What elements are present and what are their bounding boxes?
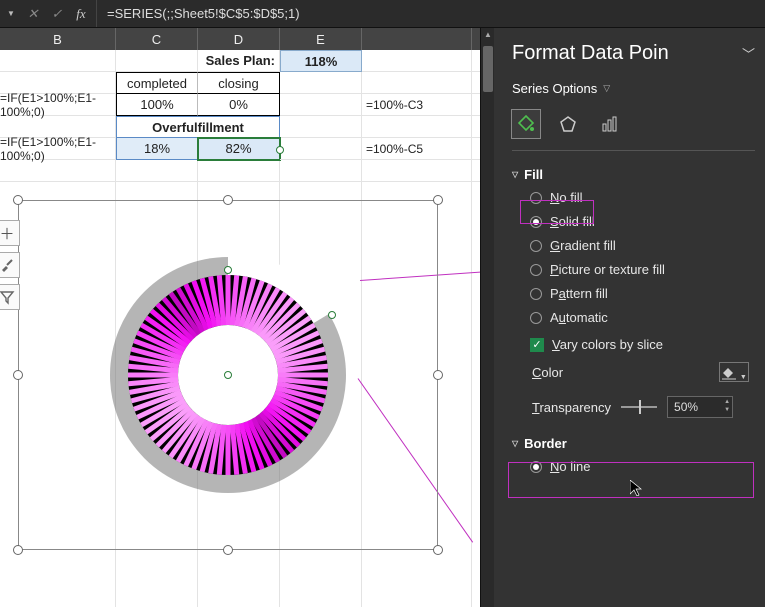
cell-D3[interactable]: closing bbox=[198, 72, 280, 94]
effects-tab-icon[interactable] bbox=[554, 110, 582, 138]
cell-grid[interactable]: Sales Plan: 118% completed closing =IF(E… bbox=[0, 50, 480, 607]
col-header-C[interactable]: C bbox=[116, 28, 198, 50]
cell-D6-selected[interactable]: 82% bbox=[198, 138, 280, 160]
highlight-no-fill bbox=[520, 200, 594, 224]
color-picker-button[interactable]: ▼ bbox=[719, 362, 749, 382]
color-label: Color bbox=[532, 365, 563, 380]
resize-handle[interactable] bbox=[433, 195, 443, 205]
pane-tab-icons bbox=[512, 106, 755, 151]
cell-C6[interactable]: 18% bbox=[116, 138, 198, 160]
worksheet-area: B C D E Sa bbox=[0, 28, 480, 607]
formula-input[interactable]: =SERIES(;;Sheet5!$C$5:$D$5;1) bbox=[97, 6, 765, 21]
pane-dropdown-icon[interactable]: ﹀ bbox=[742, 44, 755, 63]
cell-F6[interactable]: =100%-C5 bbox=[362, 138, 472, 160]
chart-filter-button[interactable] bbox=[0, 284, 20, 310]
cancel-icon[interactable]: ✕ bbox=[24, 6, 42, 22]
scroll-up-icon[interactable]: ▲ bbox=[481, 28, 495, 42]
resize-handle[interactable] bbox=[13, 545, 23, 555]
border-section-header[interactable]: ▽ Border bbox=[512, 436, 755, 451]
series-tab-icon[interactable] bbox=[596, 110, 624, 138]
col-header-F[interactable] bbox=[362, 28, 472, 50]
highlight-transparency bbox=[508, 462, 754, 498]
formula-bar: ▼ ✕ ✓ fx =SERIES(;;Sheet5!$C$5:$D$5;1) bbox=[0, 0, 765, 28]
cell-C3[interactable]: completed bbox=[116, 72, 198, 94]
resize-handle[interactable] bbox=[13, 195, 23, 205]
resize-handle[interactable] bbox=[223, 195, 233, 205]
radio-automatic[interactable]: Automatic bbox=[530, 310, 755, 325]
checkmark-icon: ✓ bbox=[530, 338, 544, 352]
name-box-dropdown-icon[interactable]: ▼ bbox=[4, 7, 18, 21]
row-6: =IF(E1>100%;E1-100%;0) 18% 82% =100%-C5 bbox=[0, 138, 472, 160]
column-headers: B C D E bbox=[0, 28, 480, 50]
format-pane: Format Data Poin ﹀ Series Options ▽ ▽ Fi… bbox=[494, 28, 765, 607]
cell-D4[interactable]: 0% bbox=[198, 94, 280, 116]
vertical-scrollbar[interactable]: ▲ bbox=[480, 28, 494, 607]
row-2: Sales Plan: 118% bbox=[0, 50, 472, 72]
border-section-label: Border bbox=[524, 436, 567, 451]
resize-handle[interactable] bbox=[223, 545, 233, 555]
scroll-thumb[interactable] bbox=[483, 46, 493, 92]
pane-title: Format Data Poin bbox=[512, 42, 669, 65]
col-header-D[interactable]: D bbox=[198, 28, 280, 50]
chart-plus-button[interactable]: ＋ bbox=[0, 220, 20, 246]
transparency-input[interactable]: 50% ▲▼ bbox=[667, 396, 733, 418]
expand-icon: ▽ bbox=[512, 170, 518, 179]
col-header-B[interactable]: B bbox=[0, 28, 116, 50]
transparency-label: Transparency bbox=[532, 400, 611, 415]
chart-brush-button[interactable] bbox=[0, 252, 20, 278]
radio-picture-fill[interactable]: Picture or texture fill bbox=[530, 262, 755, 277]
doughnut-chart[interactable] bbox=[98, 245, 358, 505]
accept-icon[interactable]: ✓ bbox=[48, 6, 66, 22]
expand-icon: ▽ bbox=[512, 439, 518, 448]
fill-section-header[interactable]: ▽ Fill bbox=[512, 167, 755, 182]
cell-B6[interactable]: =IF(E1>100%;E1-100%;0) bbox=[0, 138, 116, 160]
series-options-label[interactable]: Series Options bbox=[512, 81, 597, 96]
row-4: =IF(E1>100%;E1-100%;0) 100% 0% =100%-C3 bbox=[0, 94, 472, 116]
vary-colors-checkbox[interactable]: ✓ Vary colors by slice bbox=[512, 337, 755, 352]
name-box-area: ▼ ✕ ✓ fx bbox=[0, 0, 97, 27]
col-header-E[interactable]: E bbox=[280, 28, 362, 50]
radio-gradient-fill[interactable]: Gradient fill bbox=[530, 238, 755, 253]
resize-handle[interactable] bbox=[13, 370, 23, 380]
transparency-slider[interactable] bbox=[621, 406, 657, 408]
fill-section-label: Fill bbox=[524, 167, 543, 182]
chevron-down-icon[interactable]: ▽ bbox=[603, 83, 610, 94]
cell-E2[interactable]: 118% bbox=[280, 50, 362, 72]
cell-D2-label[interactable]: Sales Plan: bbox=[198, 50, 280, 72]
fill-tab-icon[interactable] bbox=[512, 110, 540, 138]
resize-handle[interactable] bbox=[433, 545, 443, 555]
radio-pattern-fill[interactable]: Pattern fill bbox=[530, 286, 755, 301]
cell-C4[interactable]: 100% bbox=[116, 94, 198, 116]
cell-B4[interactable]: =IF(E1>100%;E1-100%;0) bbox=[0, 94, 116, 116]
resize-handle[interactable] bbox=[433, 370, 443, 380]
cell-CD5-merged[interactable]: Overfulfillment bbox=[116, 116, 280, 138]
chart-object[interactable] bbox=[18, 200, 438, 550]
fx-icon[interactable]: fx bbox=[72, 6, 90, 22]
cell-F4[interactable]: =100%-C3 bbox=[362, 94, 472, 116]
